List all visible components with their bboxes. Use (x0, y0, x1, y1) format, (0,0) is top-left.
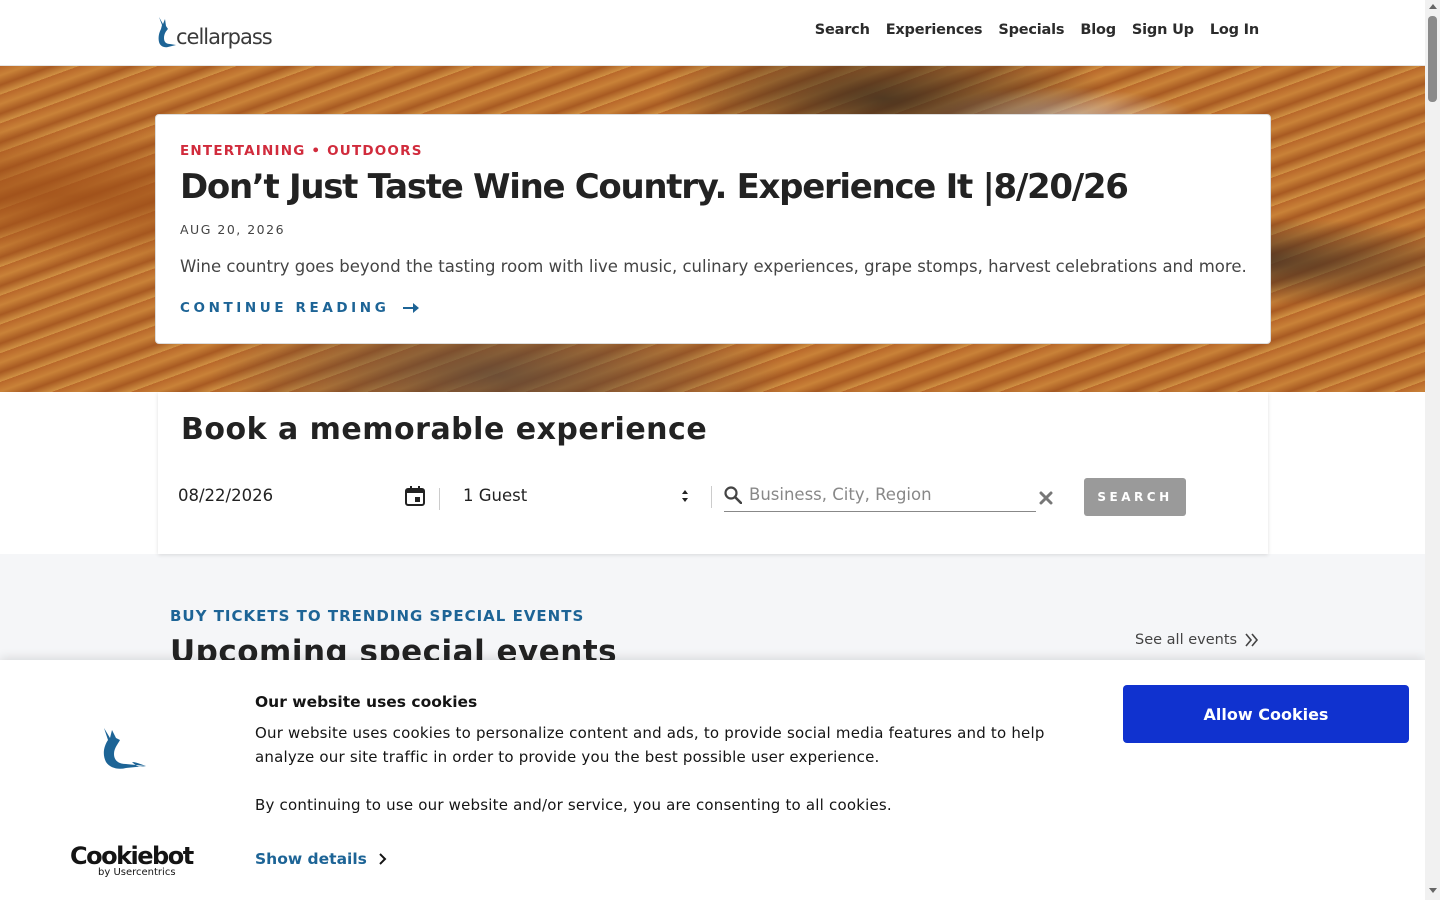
arrow-right-icon (403, 303, 420, 313)
cookie-banner: Cookiebot by Usercentrics Our website us… (0, 660, 1425, 900)
nav-sign-up[interactable]: Sign Up (1132, 22, 1194, 38)
events-kicker: BUY TICKETS TO TRENDING SPECIAL EVENTS (170, 607, 585, 625)
search-icon (724, 486, 742, 504)
nav-specials[interactable]: Specials (998, 22, 1064, 38)
cellarpass-fox-logo-icon (103, 728, 146, 769)
clear-icon[interactable] (1039, 491, 1053, 505)
field-divider (439, 488, 440, 510)
scroll-down-arrow[interactable] (1429, 888, 1437, 893)
page-scrollbar[interactable] (1425, 0, 1440, 900)
cellarpass-logo[interactable]: cellarpass (156, 15, 273, 49)
cookie-text-1: Our website uses cookies to personalize … (255, 724, 1045, 766)
double-chevron-right-icon (1245, 633, 1259, 647)
scrollbar-thumb[interactable] (1428, 16, 1437, 102)
select-arrows-icon (682, 490, 688, 502)
allow-cookies-button[interactable]: Allow Cookies (1123, 685, 1409, 743)
continue-reading-link[interactable]: CONTINUE READING (180, 300, 420, 316)
field-divider (711, 486, 712, 508)
guest-select[interactable]: 1 Guest (463, 486, 693, 505)
see-all-label: See all events (1135, 632, 1238, 648)
nav-blog[interactable]: Blog (1080, 22, 1116, 38)
date-field[interactable]: 08/22/2026 (178, 486, 428, 508)
logo-text: cellarpass (176, 25, 273, 49)
booking-title: Book a memorable experience (181, 412, 708, 447)
site-header: cellarpass Search Experiences Specials B… (0, 0, 1425, 66)
scroll-up-arrow[interactable] (1429, 4, 1437, 9)
booking-widget: Book a memorable experience 08/22/2026 1… (158, 392, 1268, 554)
show-details-label: Show details (255, 850, 367, 868)
nav-experiences[interactable]: Experiences (886, 22, 983, 38)
post-title[interactable]: Don’t Just Taste Wine Country. Experienc… (180, 167, 1129, 207)
post-description: Wine country goes beyond the tasting roo… (180, 257, 1247, 276)
post-categories[interactable]: ENTERTAINING • OUTDOORS (180, 143, 423, 159)
location-search-input[interactable] (749, 485, 1029, 504)
nav-search[interactable]: Search (815, 22, 870, 38)
calendar-icon[interactable] (404, 485, 426, 507)
continue-reading-label: CONTINUE READING (180, 300, 390, 316)
cellarpass-fox-logo-icon (158, 17, 176, 48)
featured-post-card: ENTERTAINING • OUTDOORS Don’t Just Taste… (155, 114, 1271, 344)
location-search (724, 480, 1036, 512)
cookiebot-logo[interactable]: Cookiebot by Usercentrics (70, 842, 194, 878)
show-details-link[interactable]: Show details (255, 850, 387, 868)
cookie-title: Our website uses cookies (255, 693, 478, 711)
see-all-events-link[interactable]: See all events (1135, 632, 1259, 648)
cookie-text-2: By continuing to use our website and/or … (255, 796, 892, 814)
main-nav: Search Experiences Specials Blog Sign Up… (815, 22, 1259, 38)
hero-banner: ENTERTAINING • OUTDOORS Don’t Just Taste… (0, 66, 1425, 392)
nav-log-in[interactable]: Log In (1210, 22, 1259, 38)
chevron-right-icon (379, 853, 387, 865)
cookiebot-brand: Cookiebot (70, 842, 194, 870)
post-date: AUG 20, 2026 (180, 222, 286, 237)
cookie-body: Our website uses cookies to personalize … (255, 721, 1095, 817)
search-button[interactable]: SEARCH (1084, 478, 1186, 516)
